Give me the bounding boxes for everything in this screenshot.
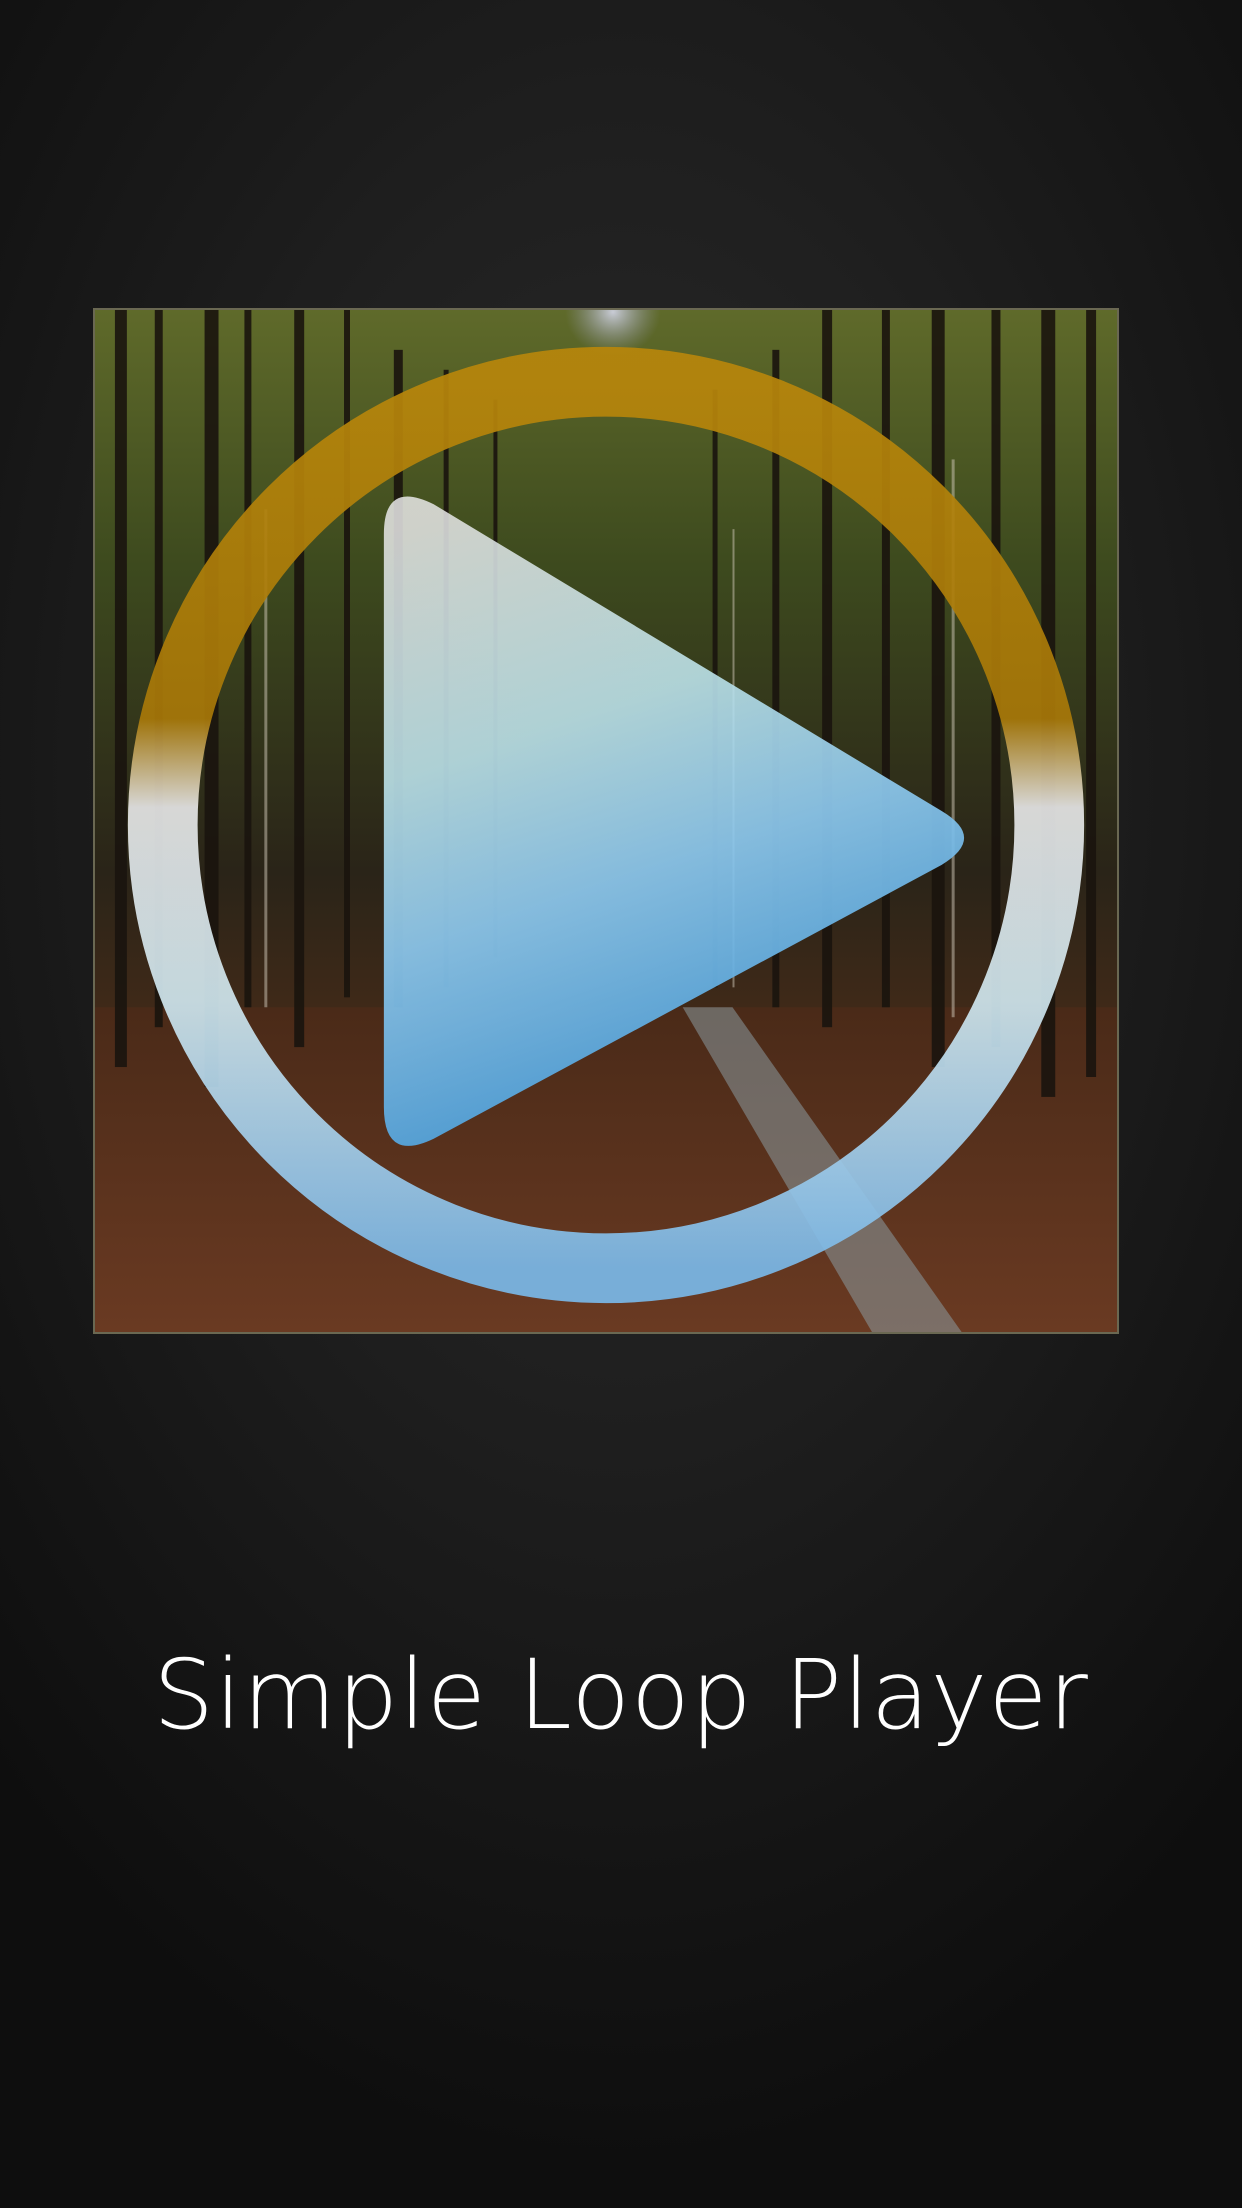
app-title: Simple Loop Player xyxy=(153,1639,1089,1751)
forest-path-photo xyxy=(95,310,1117,1332)
splash-artwork xyxy=(93,308,1119,1334)
